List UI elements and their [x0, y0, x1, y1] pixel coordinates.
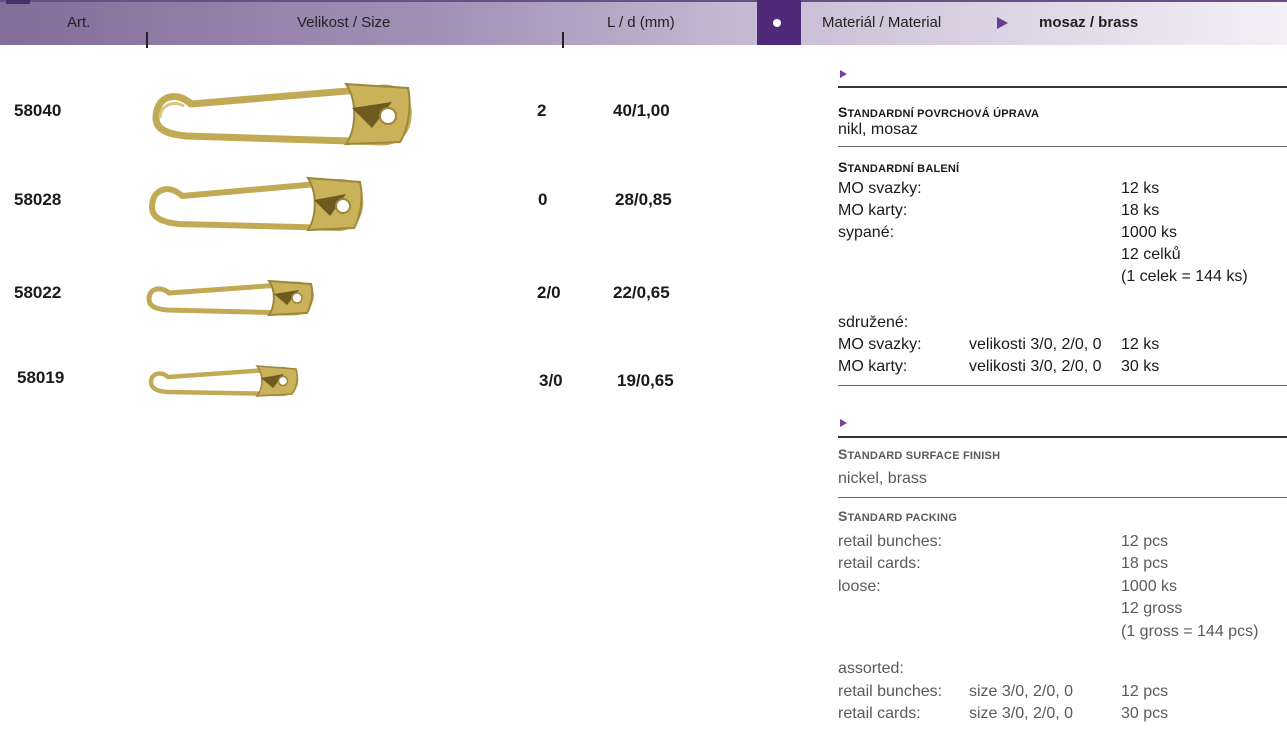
section-rule — [838, 497, 1287, 498]
packing-heading: STANDARD PACKING — [838, 508, 958, 524]
packing-value: 12 celků — [1121, 246, 1181, 263]
packing-value: 12 gross — [1121, 600, 1183, 617]
safety-pin-image — [148, 365, 299, 397]
header-divider — [562, 32, 564, 48]
section-rule — [838, 86, 1287, 88]
header-size: Velikost / Size — [297, 14, 391, 31]
packing-value: 1000 ks — [1121, 578, 1178, 595]
header-material-value: mosaz / brass — [1039, 14, 1139, 31]
header-art: Art. — [67, 14, 91, 31]
safety-pin-image — [152, 82, 412, 146]
safety-pin-image — [146, 279, 314, 317]
assorted-row-label: retail cards: — [838, 705, 921, 722]
assorted-label: assorted: — [838, 660, 904, 677]
header-material-label: Materiál / Material — [822, 14, 942, 31]
packing-label: MO svazky: — [838, 180, 922, 197]
assorted-row-value: 12 ks — [1121, 336, 1160, 353]
packing-label: MO karty: — [838, 202, 908, 219]
packing-label: retail cards: — [838, 555, 921, 572]
assorted-row-label: retail bunches: — [838, 683, 943, 700]
length-diameter: 22/0,65 — [613, 283, 670, 302]
finish-heading: STANDARD SURFACE FINISH — [838, 446, 1001, 462]
size-value: 2/0 — [537, 283, 561, 302]
size-value: 2 — [537, 101, 547, 120]
header-notch — [6, 0, 30, 4]
play-arrow-icon — [840, 70, 847, 78]
packing-value: 18 ks — [1121, 202, 1160, 219]
packing-label: loose: — [838, 578, 881, 595]
play-arrow-icon — [997, 17, 1008, 29]
assorted-row-value: 30 ks — [1121, 358, 1160, 375]
assorted-row-sizes: size 3/0, 2/0, 0 — [969, 683, 1074, 700]
packing-value: 18 pcs — [1121, 555, 1169, 572]
assorted-row-value: 30 pcs — [1121, 705, 1169, 722]
assorted-label: sdružené: — [838, 314, 909, 331]
article-number: 58040 — [14, 101, 62, 120]
size-value: 3/0 — [539, 371, 563, 390]
header-ld: L / d (mm) — [607, 14, 675, 31]
length-diameter: 40/1,00 — [613, 101, 670, 120]
article-number: 58028 — [14, 190, 62, 209]
finish-heading: STANDARDNÍ POVRCHOVÁ ÚPRAVA — [838, 104, 1040, 120]
packing-value: 12 pcs — [1121, 533, 1169, 550]
table-header: Art. Velikost / Size L / d (mm) Materiál… — [0, 0, 1287, 48]
finish-value: nikl, mosaz — [838, 121, 919, 138]
safety-pin-image — [149, 176, 364, 232]
length-diameter: 19/0,65 — [617, 371, 674, 390]
packing-label: sypané: — [838, 224, 895, 241]
article-number: 58019 — [17, 368, 65, 387]
assorted-row-sizes: velikosti 3/0, 2/0, 0 — [969, 336, 1102, 353]
packing-heading: STANDARDNÍ BALENÍ — [838, 159, 960, 175]
length-diameter: 28/0,85 — [615, 190, 672, 209]
assorted-row-label: MO karty: — [838, 358, 908, 375]
assorted-row-sizes: size 3/0, 2/0, 0 — [969, 705, 1074, 722]
header-top-line — [0, 0, 1287, 2]
assorted-row-value: 12 pcs — [1121, 683, 1169, 700]
size-value: 0 — [538, 190, 548, 209]
packing-value: 12 ks — [1121, 180, 1160, 197]
header-divider — [146, 32, 148, 48]
assorted-row-label: MO svazky: — [838, 336, 922, 353]
finish-value: nickel, brass — [838, 470, 927, 487]
section-rule — [838, 436, 1287, 438]
assorted-row-sizes: velikosti 3/0, 2/0, 0 — [969, 358, 1102, 375]
packing-value: 1000 ks — [1121, 224, 1178, 241]
packing-value: (1 gross = 144 pcs) — [1121, 623, 1259, 640]
packing-label: retail bunches: — [838, 533, 943, 550]
play-arrow-icon — [840, 419, 847, 427]
article-number: 58022 — [14, 283, 62, 302]
bullet-icon — [773, 19, 781, 27]
section-rule — [838, 385, 1287, 386]
section-rule — [838, 146, 1287, 147]
packing-value: (1 celek = 144 ks) — [1121, 268, 1248, 285]
